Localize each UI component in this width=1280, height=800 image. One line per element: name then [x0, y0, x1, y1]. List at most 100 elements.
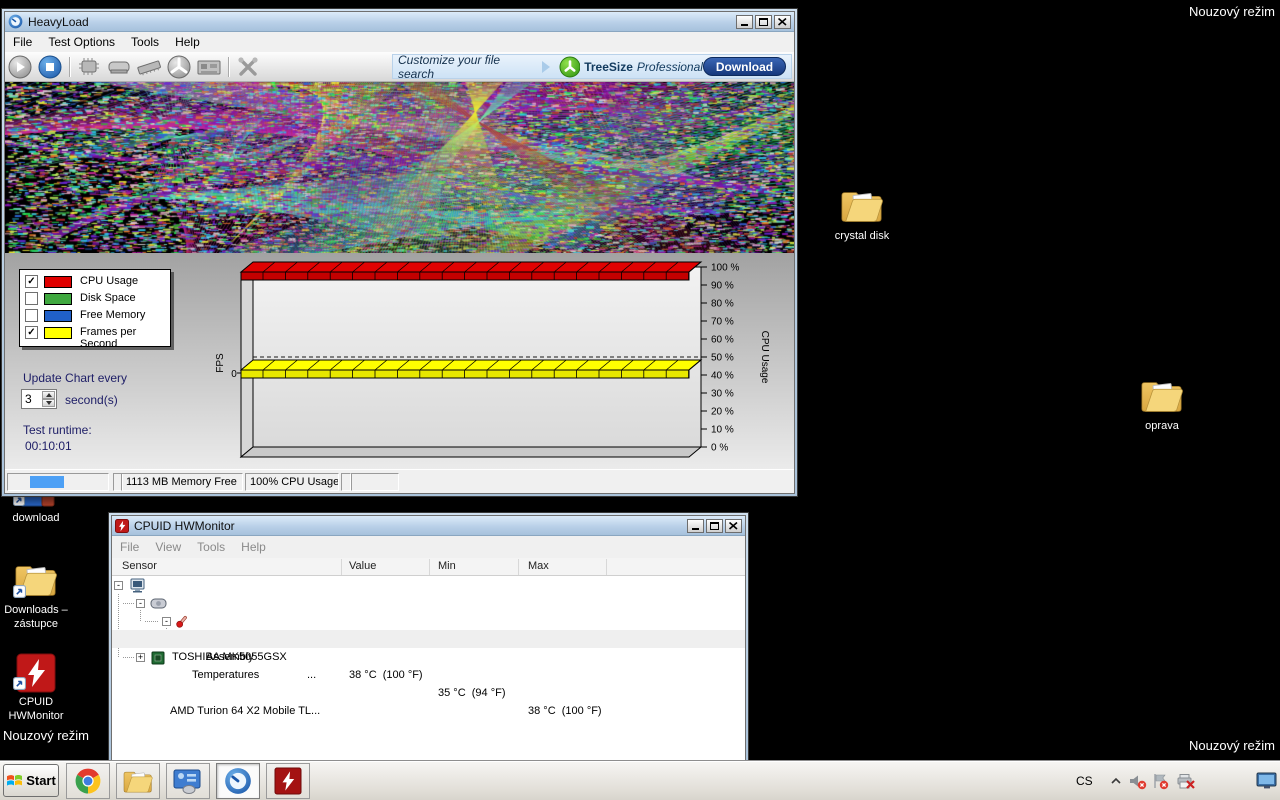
desktop-icon-label: CPUID HWMonitor	[0, 695, 74, 723]
menu-file[interactable]: File	[112, 540, 147, 554]
cpuid-icon	[274, 767, 302, 795]
printer-error-icon	[1176, 773, 1196, 790]
column-max[interactable]: Max	[528, 560, 549, 572]
memory-test-button[interactable]	[134, 54, 164, 80]
fps-checkbox[interactable]: ✓	[25, 326, 38, 339]
column-divider[interactable]	[606, 559, 607, 575]
close-button[interactable]	[725, 519, 742, 533]
printer-tray-icon[interactable]	[1176, 761, 1196, 800]
update-interval-spinner[interactable]	[21, 389, 57, 409]
desktop-icon-downloads-shortcut[interactable]: Downloads – zástupce	[0, 560, 74, 631]
stop-icon	[38, 55, 62, 79]
spinner-down-button[interactable]	[42, 399, 55, 407]
tree-row-toshiba-disk[interactable]: - TOSHIBA MK5055GSX ...	[112, 594, 745, 612]
column-min[interactable]: Min	[438, 560, 456, 572]
maximize-button[interactable]	[706, 519, 723, 533]
taskbar: Start CS	[0, 760, 1280, 800]
maximize-button[interactable]	[755, 15, 772, 29]
cpu-test-button[interactable]	[74, 54, 104, 80]
toolbar-separator	[69, 57, 70, 77]
cpu-usage-checkbox[interactable]: ✓	[25, 275, 38, 288]
menu-help[interactable]: Help	[167, 35, 208, 49]
speaker-muted-icon	[1128, 773, 1147, 790]
treesize-ad-banner[interactable]: Customize your file search TreeSize Prof…	[392, 54, 792, 79]
desktop-icon-oprava[interactable]: oprava	[1124, 376, 1200, 433]
language-code: CS	[1076, 774, 1093, 788]
banner-tagline: Customize your file search	[398, 53, 534, 81]
column-sensor[interactable]: Sensor	[122, 560, 157, 572]
desktop-icon-crystal-disk[interactable]: crystal disk	[824, 186, 900, 243]
menu-view[interactable]: View	[147, 540, 189, 554]
ram-icon	[135, 57, 163, 77]
tree-row-temperatures[interactable]: - Temperatures	[112, 612, 745, 630]
heavyload-statusbar: 1113 MB Memory Free 100% CPU Usage	[5, 469, 794, 493]
svg-text:40 %: 40 %	[711, 371, 734, 382]
minimize-icon	[741, 24, 748, 26]
options-button[interactable]	[233, 54, 263, 80]
monitor-icon	[1256, 772, 1277, 790]
legend-row-cpu-usage: ✓ CPU Usage	[20, 274, 170, 290]
menu-tools[interactable]: Tools	[189, 540, 233, 554]
window-title: CPUID HWMonitor	[134, 519, 235, 533]
heavyload-titlebar[interactable]: HeavyLoad	[5, 12, 794, 32]
column-divider[interactable]	[341, 559, 342, 575]
free-memory-checkbox[interactable]: ✓	[25, 309, 38, 322]
taskbar-hwmonitor-button[interactable]	[266, 763, 310, 799]
maximize-icon	[759, 18, 768, 26]
close-button[interactable]	[774, 15, 791, 29]
legend-row-fps: ✓ Frames per Second	[20, 325, 170, 341]
collapse-toggle[interactable]: -	[136, 599, 145, 608]
minimize-button[interactable]	[736, 15, 753, 29]
hwmonitor-titlebar[interactable]: CPUID HWMonitor	[112, 516, 745, 536]
spinner-up-button[interactable]	[42, 391, 55, 399]
interval-input[interactable]	[25, 392, 41, 406]
action-center-tray-icon[interactable]	[1152, 761, 1169, 800]
menu-test-options[interactable]: Test Options	[40, 35, 123, 49]
menu-tools[interactable]: Tools	[123, 35, 167, 49]
close-icon	[778, 18, 787, 26]
column-value[interactable]: Value	[349, 560, 376, 572]
tree-row-assembly[interactable]: Assembly 38 °C (100 °F) 35 °C (94 °F) 38…	[112, 630, 745, 648]
stop-test-button[interactable]	[35, 54, 65, 80]
taskbar-control-panel-button[interactable]	[166, 763, 210, 799]
menu-help[interactable]: Help	[233, 540, 274, 554]
desktop: Nouzový režim Nouzový režim Nouzový reži…	[0, 0, 1280, 800]
start-button[interactable]: Start	[3, 764, 59, 797]
svg-text:100 %: 100 %	[711, 263, 739, 274]
collapse-toggle[interactable]: -	[114, 581, 123, 590]
svg-text:20 %: 20 %	[711, 407, 734, 418]
folder-icon	[122, 768, 154, 795]
up-arrow-icon	[46, 393, 52, 397]
safe-mode-label-bottom-right: Nouzový režim	[1189, 738, 1275, 753]
column-divider[interactable]	[518, 559, 519, 575]
sensor-tree: - MSI-PC - TOSHIBA MK5055GSX ... - Tempe…	[112, 576, 745, 766]
collapse-toggle[interactable]: -	[162, 617, 171, 626]
disk-space-checkbox[interactable]: ✓	[25, 292, 38, 305]
menu-file[interactable]: File	[5, 35, 40, 49]
test-runtime-value: 00:10:01	[25, 439, 72, 453]
display-tray-icon[interactable]	[1256, 761, 1277, 800]
fan-test-button[interactable]	[164, 54, 194, 80]
volume-tray-icon[interactable]	[1128, 761, 1147, 800]
folder-icon	[13, 560, 59, 600]
taskbar-chrome-button[interactable]	[66, 763, 110, 799]
column-divider[interactable]	[429, 559, 430, 575]
expand-toggle[interactable]: +	[136, 653, 145, 662]
language-indicator[interactable]: CS	[1076, 761, 1093, 800]
toolbar-separator	[228, 57, 229, 77]
minimize-button[interactable]	[687, 519, 704, 533]
status-memory-free: 1113 MB Memory Free	[121, 473, 243, 491]
tree-row-amd-turion[interactable]: + AMD Turion 64 X2 Mobile TL...	[112, 648, 745, 666]
taskbar-heavyload-button[interactable]	[216, 763, 260, 799]
tree-row-msi-pc[interactable]: - MSI-PC	[112, 576, 745, 594]
banner-brand: TreeSize	[584, 60, 633, 74]
legend-row-disk-space: ✓ Disk Space	[20, 291, 170, 307]
show-hidden-icons-button[interactable]	[1110, 761, 1122, 800]
gpu-test-button[interactable]	[194, 54, 224, 80]
taskbar-file-explorer-button[interactable]	[116, 763, 160, 799]
sensor-min: 35 °C (94 °F)	[438, 684, 505, 702]
start-test-button[interactable]	[5, 54, 35, 80]
download-button[interactable]: Download	[703, 57, 786, 76]
disk-test-button[interactable]	[104, 54, 134, 80]
desktop-icon-cpuid-hwmonitor[interactable]: CPUID HWMonitor	[0, 652, 74, 723]
